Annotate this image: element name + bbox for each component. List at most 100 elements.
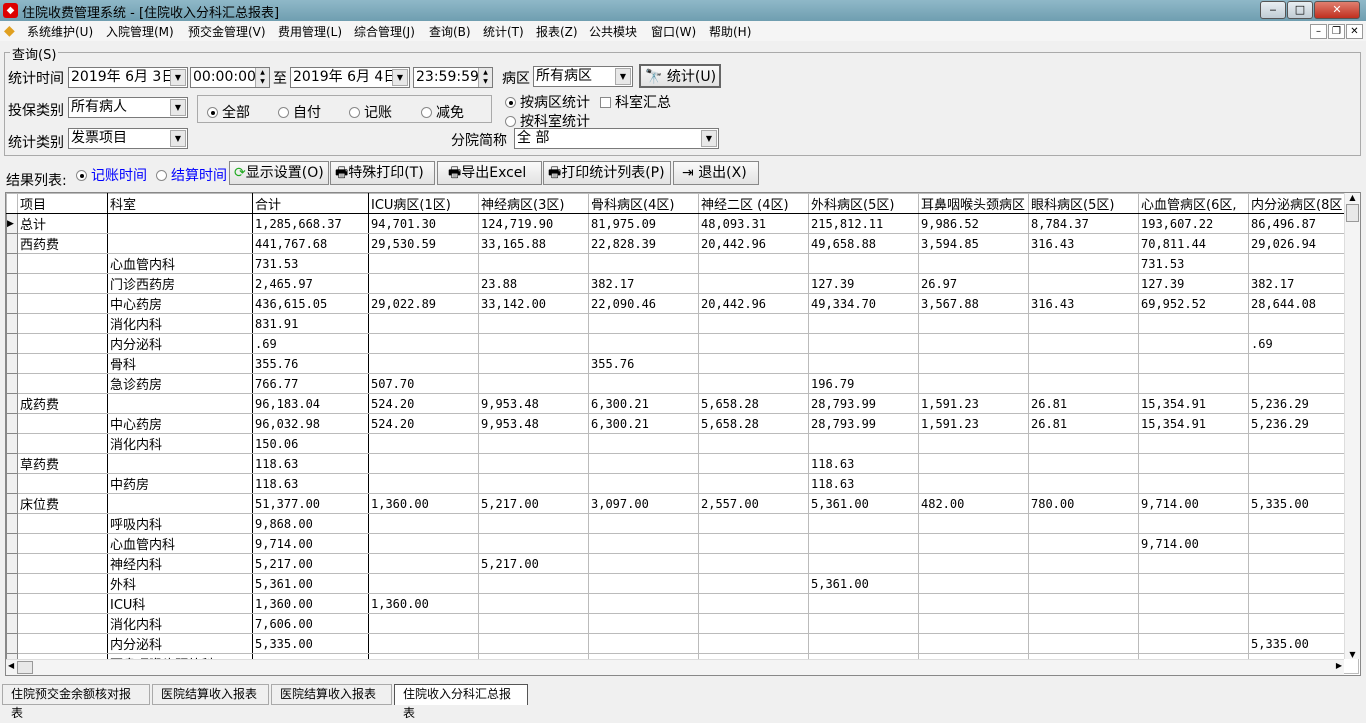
- ward-select[interactable]: 所有病区 ▼: [533, 66, 633, 87]
- special-print-button[interactable]: 🖶特殊打印(T): [330, 161, 435, 185]
- display-settings-button[interactable]: ⟳显示设置(O): [229, 161, 329, 185]
- menu-item[interactable]: 公共模块: [589, 23, 637, 40]
- table-row[interactable]: 消化内科 7,606.00: [6, 613, 1359, 634]
- table-row[interactable]: ICU科 1,360.00 1,360.00: [6, 593, 1359, 614]
- table-row[interactable]: 消化内科 150.06: [6, 433, 1359, 454]
- chevron-down-icon[interactable]: ▼: [701, 130, 717, 147]
- pay-option-radio[interactable]: 减免: [421, 102, 464, 122]
- table-row[interactable]: 骨科 355.76 355.76: [6, 353, 1359, 374]
- table-row[interactable]: 成药费 96,183.04 524.20 9,953.48 6,300.21 5,658.…: [6, 393, 1359, 414]
- end-time-input[interactable]: 23:59:59 ▲ ▼: [413, 67, 493, 88]
- report-tab[interactable]: 住院收入分科汇总报表: [394, 684, 528, 720]
- menu-item[interactable]: 帮助(H): [709, 23, 751, 40]
- column-header[interactable]: 合计: [252, 193, 369, 214]
- row-indicator[interactable]: ▶: [6, 213, 18, 234]
- menu-item[interactable]: 综合管理(J): [354, 23, 415, 40]
- column-header[interactable]: ICU病区(1区): [368, 193, 479, 214]
- row-indicator[interactable]: [6, 593, 18, 614]
- by-ward-radio[interactable]: 按病区统计: [505, 92, 590, 112]
- table-row[interactable]: 内分泌科 .69.69: [6, 333, 1359, 354]
- print-list-button[interactable]: 🖶打印统计列表(P): [543, 161, 671, 185]
- chevron-down-icon[interactable]: ▼: [170, 99, 186, 116]
- mdi-close-button[interactable]: ✕: [1346, 24, 1363, 39]
- scroll-up-icon[interactable]: ▲: [1345, 193, 1360, 202]
- acct-time-radio[interactable]: 记账时间: [76, 165, 147, 185]
- table-row[interactable]: 中心药房 436,615.05 29,022.89 33,142.00 22,090.4…: [6, 293, 1359, 314]
- column-header[interactable]: 科室: [107, 193, 253, 214]
- table-row[interactable]: 神经内科 5,217.00 5,217.00: [6, 553, 1359, 574]
- table-row[interactable]: 心血管内科 9,714.00 9,714.00: [6, 533, 1359, 554]
- table-row[interactable]: 中药房 118.63 118.63: [6, 473, 1359, 494]
- row-indicator[interactable]: [6, 513, 18, 534]
- branch-select[interactable]: 全 部 ▼: [514, 128, 719, 149]
- scroll-down-icon[interactable]: ▼: [1345, 650, 1360, 659]
- row-indicator[interactable]: [6, 333, 18, 354]
- chevron-down-icon[interactable]: ▼: [170, 69, 186, 86]
- column-header[interactable]: 外科病区(5区): [808, 193, 919, 214]
- pay-option-radio[interactable]: 自付: [278, 102, 321, 122]
- menu-item[interactable]: 系统维护(U): [27, 23, 93, 40]
- row-indicator[interactable]: [6, 533, 18, 554]
- report-tab[interactable]: 医院结算收入报表: [271, 684, 392, 705]
- scroll-right-icon[interactable]: ▶: [1336, 661, 1342, 670]
- column-header[interactable]: 眼科病区(5区): [1028, 193, 1139, 214]
- row-indicator[interactable]: [6, 613, 18, 634]
- chevron-down-icon[interactable]: ▼: [615, 68, 631, 85]
- report-tab[interactable]: 住院预交金余额核对报表: [2, 684, 150, 720]
- table-row[interactable]: 草药费 118.63 118.63: [6, 453, 1359, 474]
- row-indicator[interactable]: [6, 233, 18, 254]
- row-indicator[interactable]: [6, 413, 18, 434]
- column-header[interactable]: 神经二区 (4区): [698, 193, 809, 214]
- table-row[interactable]: 消化内科 831.91: [6, 313, 1359, 334]
- table-row[interactable]: 中心药房 96,032.98 524.20 9,953.48 6,300.21 5,658…: [6, 413, 1359, 434]
- horizontal-scroll-thumb[interactable]: [17, 661, 33, 674]
- chevron-down-icon[interactable]: ▼: [170, 130, 186, 147]
- exit-button[interactable]: ⇥ 退出(X): [673, 161, 759, 185]
- row-indicator[interactable]: [6, 253, 18, 274]
- vertical-scrollbar[interactable]: ▲ ▼: [1344, 193, 1360, 659]
- column-header[interactable]: 心血管病区(6区,: [1138, 193, 1249, 214]
- row-indicator[interactable]: [6, 473, 18, 494]
- maximize-button[interactable]: □: [1287, 1, 1313, 19]
- chevron-down-icon[interactable]: ▼: [392, 69, 408, 86]
- mdi-minimize-button[interactable]: –: [1310, 24, 1327, 39]
- menu-item[interactable]: 入院管理(M): [106, 23, 174, 40]
- stat-button[interactable]: 🔭 统计(U): [639, 64, 721, 88]
- column-header[interactable]: 项目: [17, 193, 108, 214]
- row-indicator[interactable]: [6, 553, 18, 574]
- mdi-restore-button[interactable]: ❐: [1328, 24, 1345, 39]
- row-indicator[interactable]: [6, 453, 18, 474]
- menu-item[interactable]: 预交金管理(V): [188, 23, 266, 40]
- insure-select[interactable]: 所有病人 ▼: [68, 97, 188, 118]
- dept-summary-checkbox[interactable]: 科室汇总: [600, 92, 671, 112]
- start-date-picker[interactable]: 2019年 6月 3日 ▼: [68, 67, 188, 88]
- column-header[interactable]: 神经病区(3区): [478, 193, 589, 214]
- type-select[interactable]: 发票项目 ▼: [68, 128, 188, 149]
- table-row[interactable]: ▶ 总计 1,285,668.37 94,701.30 124,719.90 81,975…: [6, 213, 1359, 234]
- row-indicator[interactable]: [6, 373, 18, 394]
- column-header[interactable]: 内分泌病区(8区: [1248, 193, 1359, 214]
- spinner-icon[interactable]: ▲ ▼: [255, 68, 269, 87]
- settle-time-radio[interactable]: 结算时间: [156, 165, 227, 185]
- row-indicator[interactable]: [6, 353, 18, 374]
- close-button[interactable]: ✕: [1314, 1, 1360, 19]
- vertical-scroll-thumb[interactable]: [1346, 204, 1359, 222]
- row-indicator[interactable]: [6, 433, 18, 454]
- report-tab[interactable]: 医院结算收入报表: [152, 684, 269, 705]
- menu-item[interactable]: 窗口(W): [651, 23, 696, 40]
- column-header[interactable]: 骨科病区(4区): [588, 193, 699, 214]
- table-row[interactable]: 床位费 51,377.00 1,360.00 5,217.00 3,097.00 2,55…: [6, 493, 1359, 514]
- row-indicator[interactable]: [6, 393, 18, 414]
- app-menu-icon[interactable]: ◆: [4, 23, 15, 39]
- menu-item[interactable]: 费用管理(L): [278, 23, 342, 40]
- menu-item[interactable]: 报表(Z): [536, 23, 578, 40]
- row-indicator[interactable]: [6, 313, 18, 334]
- table-row[interactable]: 心血管内科 731.53 731.53: [6, 253, 1359, 274]
- table-row[interactable]: 呼吸内科 9,868.00: [6, 513, 1359, 534]
- table-row[interactable]: 西药费 441,767.68 29,530.59 33,165.88 22,828.39…: [6, 233, 1359, 254]
- spinner-icon[interactable]: ▲ ▼: [478, 68, 492, 87]
- start-time-input[interactable]: 00:00:00 ▲ ▼: [190, 67, 270, 88]
- row-indicator[interactable]: [6, 493, 18, 514]
- menu-item[interactable]: 查询(B): [429, 23, 471, 40]
- end-date-picker[interactable]: 2019年 6月 4日 ▼: [290, 67, 410, 88]
